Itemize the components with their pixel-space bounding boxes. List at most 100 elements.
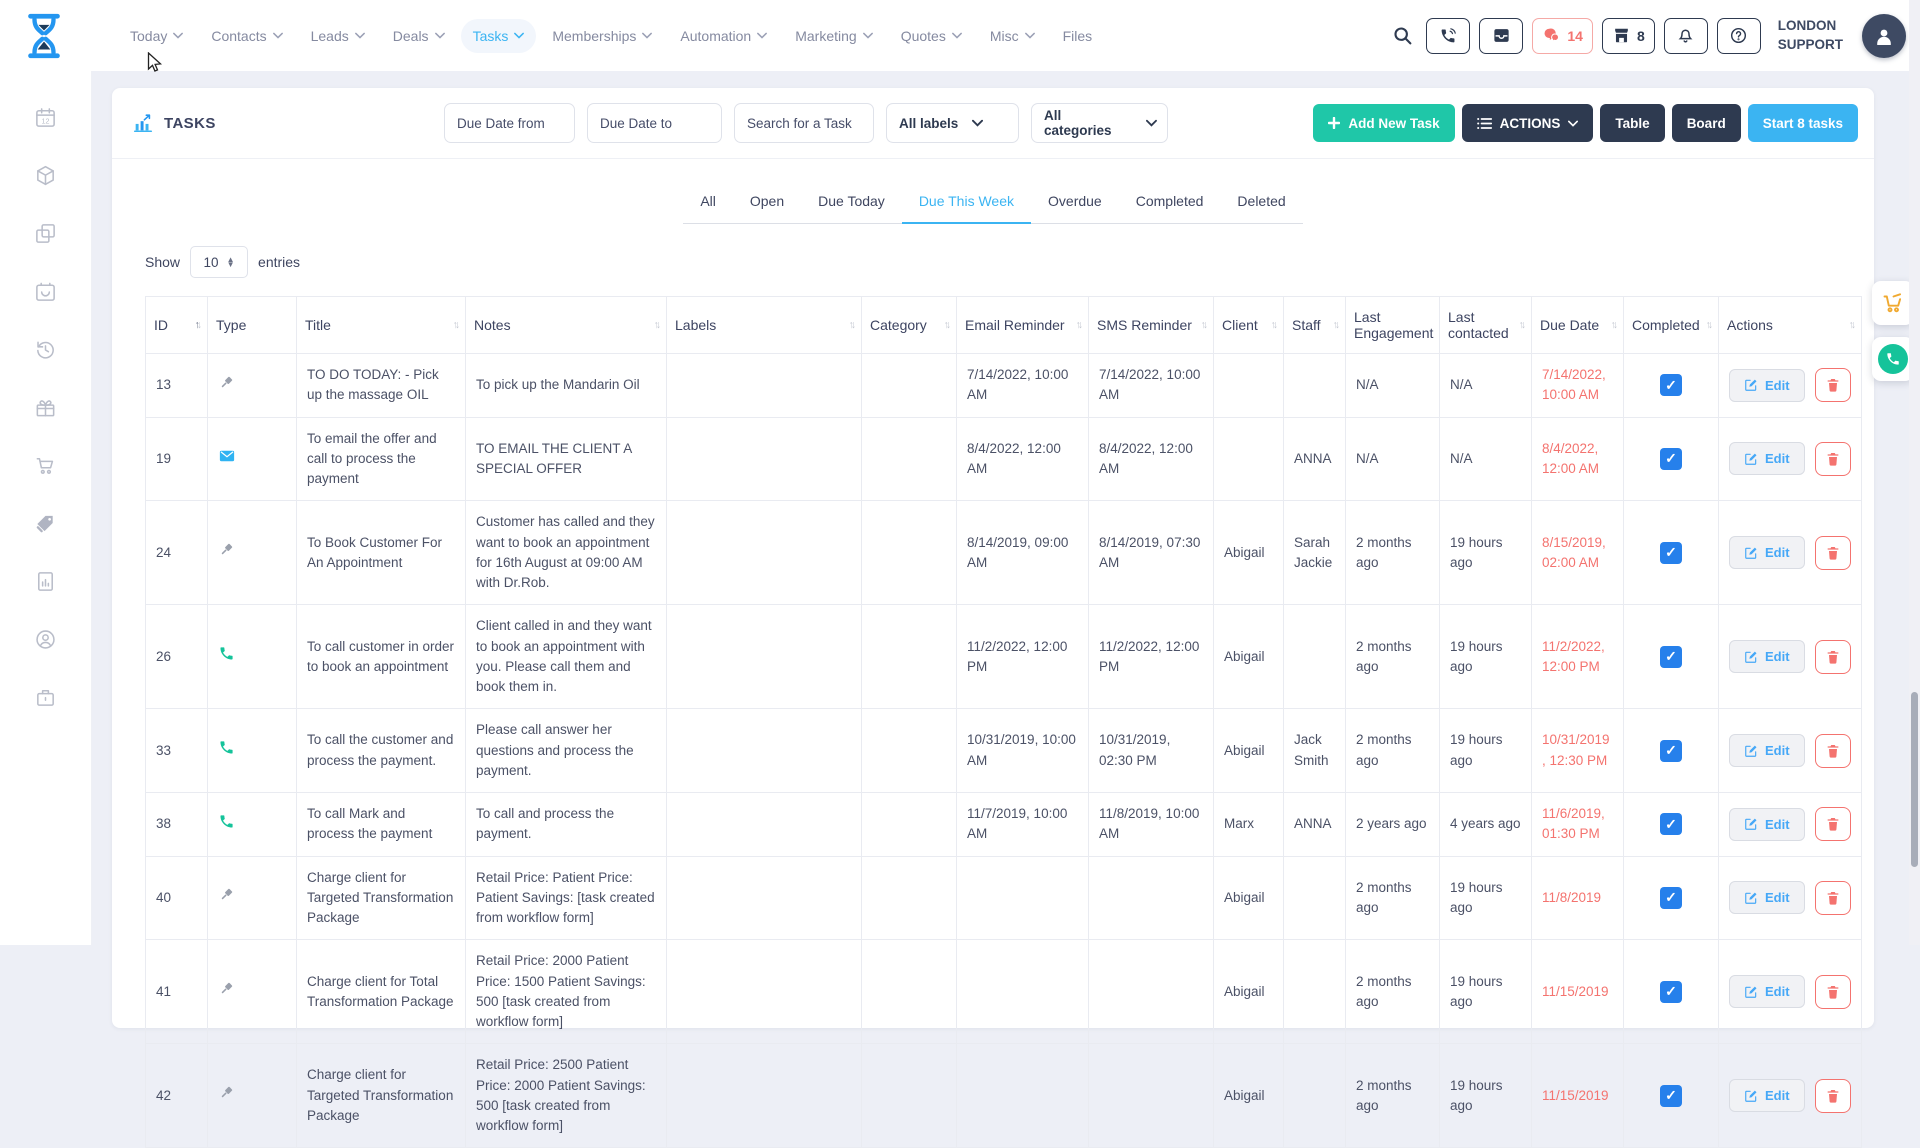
sort-icon[interactable]: ↑↓ [944, 319, 949, 331]
sort-icon[interactable]: ↑↓ [1611, 319, 1616, 331]
delete-task-button[interactable] [1815, 881, 1851, 915]
account-icon[interactable] [34, 627, 58, 651]
column-header-sms-reminder[interactable]: SMS Reminder↑↓ [1089, 297, 1214, 354]
nav-item-contacts[interactable]: Contacts [199, 19, 294, 53]
add-new-task-button[interactable]: Add New Task [1313, 104, 1454, 142]
completed-checkbox[interactable]: ✓ [1660, 981, 1682, 1003]
edit-task-button[interactable]: Edit [1729, 640, 1805, 673]
floating-cart-button[interactable] [1872, 281, 1914, 325]
tab-completed[interactable]: Completed [1119, 183, 1221, 224]
edit-task-button[interactable]: Edit [1729, 442, 1805, 475]
history-icon[interactable] [34, 337, 58, 361]
sort-icon[interactable]: ↑↓ [654, 319, 659, 331]
column-header-category[interactable]: Category↑↓ [862, 297, 957, 354]
sort-icon[interactable]: ↑↓ [195, 319, 200, 331]
edit-task-button[interactable]: Edit [1729, 536, 1805, 569]
delete-task-button[interactable] [1815, 1079, 1851, 1113]
notifications-button[interactable] [1664, 18, 1708, 54]
nav-item-memberships[interactable]: Memberships [540, 19, 664, 53]
column-header-labels[interactable]: Labels↑↓ [667, 297, 862, 354]
completed-checkbox[interactable]: ✓ [1660, 374, 1682, 396]
calendar-icon[interactable]: 12 [34, 105, 58, 129]
tab-due-today[interactable]: Due Today [801, 183, 902, 224]
column-header-email-reminder[interactable]: Email Reminder↑↓ [957, 297, 1089, 354]
nav-item-marketing[interactable]: Marketing [783, 19, 884, 53]
cube-icon[interactable] [34, 163, 58, 187]
completed-checkbox[interactable]: ✓ [1660, 887, 1682, 909]
column-header-id[interactable]: ID↑↓ [146, 297, 208, 354]
search-icon[interactable] [1387, 21, 1417, 51]
board-view-button[interactable]: Board [1672, 104, 1741, 142]
nav-item-quotes[interactable]: Quotes [889, 19, 974, 53]
edit-task-button[interactable]: Edit [1729, 808, 1805, 841]
column-header-completed[interactable]: Completed↑↓ [1624, 297, 1719, 354]
tab-open[interactable]: Open [733, 183, 801, 224]
start-tasks-button[interactable]: Start 8 tasks [1748, 104, 1858, 142]
sort-icon[interactable]: ↑↓ [1271, 319, 1276, 331]
actions-dropdown-button[interactable]: ACTIONS [1462, 104, 1594, 142]
nav-item-misc[interactable]: Misc [978, 19, 1047, 53]
completed-checkbox[interactable]: ✓ [1660, 740, 1682, 762]
help-button[interactable] [1717, 18, 1761, 54]
nav-item-today[interactable]: Today [118, 19, 195, 53]
floating-call-button[interactable] [1872, 337, 1914, 381]
app-logo-hourglass-icon[interactable] [22, 8, 66, 64]
completed-checkbox[interactable]: ✓ [1660, 542, 1682, 564]
table-view-button[interactable]: Table [1600, 104, 1664, 142]
report-icon[interactable] [34, 569, 58, 593]
delete-task-button[interactable] [1815, 536, 1851, 570]
cart-icon[interactable] [34, 453, 58, 477]
column-header-actions[interactable]: Actions↑↓ [1719, 297, 1862, 354]
task-search-input[interactable] [734, 103, 874, 143]
entries-per-page-select[interactable]: 10 ▲▼ [190, 246, 248, 278]
sort-icon[interactable]: ↑↓ [1849, 319, 1854, 331]
nav-item-automation[interactable]: Automation [668, 19, 779, 53]
sort-icon[interactable]: ↑↓ [1333, 319, 1338, 331]
tag-icon[interactable] [34, 511, 58, 535]
completed-checkbox[interactable]: ✓ [1660, 646, 1682, 668]
inbox-button[interactable] [1479, 18, 1523, 54]
sort-icon[interactable]: ↑↓ [453, 319, 458, 331]
edit-task-button[interactable]: Edit [1729, 881, 1805, 914]
completed-checkbox[interactable]: ✓ [1660, 1085, 1682, 1107]
nav-item-tasks[interactable]: Tasks [461, 19, 537, 53]
completed-checkbox[interactable]: ✓ [1660, 813, 1682, 835]
page-scrollbar[interactable] [1909, 0, 1920, 945]
labels-select[interactable]: All labels [886, 103, 1019, 143]
sort-icon[interactable]: ↑↓ [1201, 319, 1206, 331]
delete-task-button[interactable] [1815, 975, 1851, 1009]
due-date-from-input[interactable] [444, 103, 575, 143]
tab-all[interactable]: All [683, 183, 733, 224]
nav-item-leads[interactable]: Leads [299, 19, 377, 53]
edit-task-button[interactable]: Edit [1729, 1079, 1805, 1112]
tab-deleted[interactable]: Deleted [1220, 183, 1302, 224]
edit-task-button[interactable]: Edit [1729, 734, 1805, 767]
dialer-button[interactable] [1426, 18, 1470, 54]
sort-icon[interactable]: ↑↓ [1706, 319, 1711, 331]
nav-item-deals[interactable]: Deals [381, 19, 457, 53]
sort-icon[interactable]: ↑↓ [1519, 319, 1524, 331]
scrollbar-thumb[interactable] [1911, 692, 1918, 867]
delete-task-button[interactable] [1815, 807, 1851, 841]
delete-task-button[interactable] [1815, 734, 1851, 768]
column-header-last-contacted[interactable]: Last contacted↑↓ [1440, 297, 1532, 354]
categories-select[interactable]: All categories [1031, 103, 1168, 143]
sort-icon[interactable]: ↑↓ [1076, 319, 1081, 331]
delete-task-button[interactable] [1815, 368, 1851, 402]
store-button[interactable]: 8 [1602, 18, 1655, 54]
edit-task-button[interactable]: Edit [1729, 369, 1805, 402]
due-date-to-input[interactable] [587, 103, 722, 143]
sort-icon[interactable]: ↑↓ [849, 319, 854, 331]
column-header-due-date[interactable]: Due Date↑↓ [1532, 297, 1624, 354]
tab-overdue[interactable]: Overdue [1031, 183, 1119, 224]
column-header-title[interactable]: Title↑↓ [297, 297, 466, 354]
chat-button[interactable]: 14 [1532, 18, 1593, 54]
delete-task-button[interactable] [1815, 442, 1851, 476]
gift-icon[interactable] [34, 395, 58, 419]
tab-due-this-week[interactable]: Due This Week [902, 183, 1031, 224]
briefcase-icon[interactable] [34, 685, 58, 709]
calendar-check-icon[interactable] [34, 279, 58, 303]
edit-task-button[interactable]: Edit [1729, 975, 1805, 1008]
delete-task-button[interactable] [1815, 640, 1851, 674]
user-avatar[interactable] [1862, 14, 1906, 58]
